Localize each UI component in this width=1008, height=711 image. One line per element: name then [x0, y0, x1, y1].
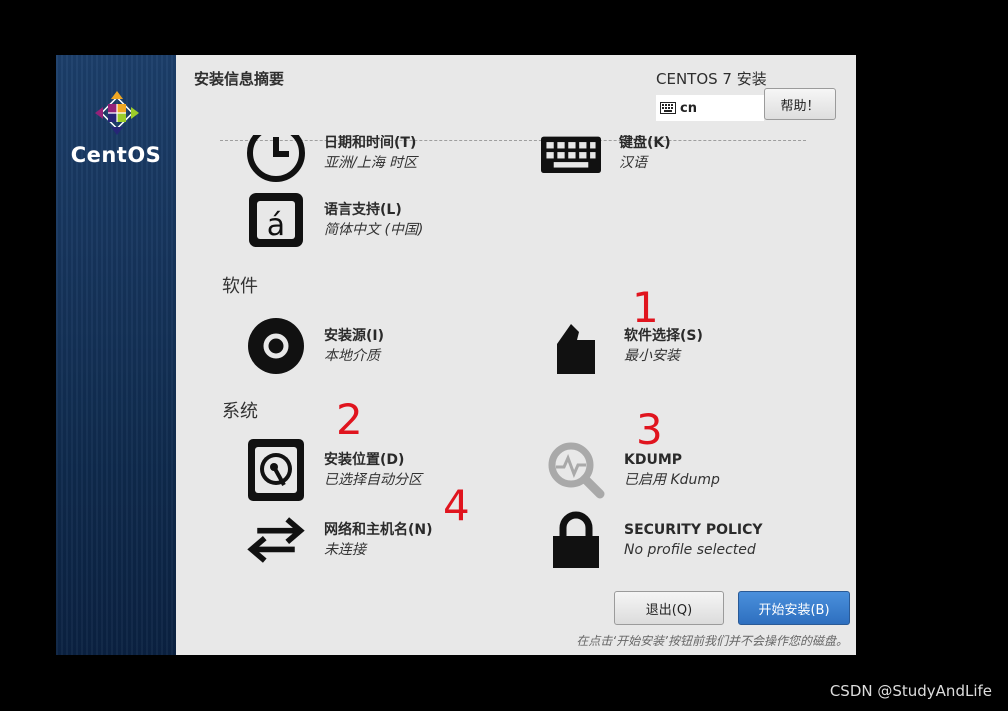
spoke-destination[interactable]: 安装位置(D) 已选择自动分区: [246, 439, 422, 501]
spokes-area[interactable]: 日期和时间(T) 亚洲/上海 时区 键盘(K) 汉语 á 语言支持(L) 简体中…: [176, 135, 856, 580]
language-icon: á: [246, 190, 306, 250]
annotation-3: 3: [636, 405, 663, 454]
product-title: CENTOS 7 安装: [656, 70, 767, 88]
spoke-datetime[interactable]: 日期和时间(T) 亚洲/上海 时区: [246, 135, 417, 183]
section-software-label: 软件: [222, 276, 258, 297]
keyboard-spoke-icon: [541, 135, 601, 183]
spoke-kdump[interactable]: KDUMP 已启用 Kdump: [546, 440, 720, 500]
clock-icon: [246, 135, 306, 183]
spoke-security[interactable]: SECURITY POLICY No profile selected: [546, 510, 763, 570]
keyboard-icon: [660, 102, 676, 114]
spoke-destination-status: 已选择自动分区: [324, 472, 422, 488]
svg-text:á: á: [267, 208, 285, 243]
spoke-network-status: 未连接: [324, 542, 366, 558]
spoke-destination-title: 安装位置(D): [324, 452, 405, 468]
spoke-keyboard-status: 汉语: [619, 155, 647, 171]
spoke-software-status: 最小安装: [624, 348, 680, 364]
package-icon: [546, 316, 606, 376]
begin-installation-button[interactable]: 开始安装(B): [738, 591, 850, 625]
magnifier-icon: [546, 440, 606, 500]
spoke-datetime-status: 亚洲/上海 时区: [324, 155, 418, 171]
annotation-4: 4: [443, 481, 470, 530]
spoke-language-title: 语言支持(L): [324, 202, 402, 218]
spoke-security-title: SECURITY POLICY: [624, 522, 763, 538]
spoke-keyboard-title: 键盘(K): [619, 135, 671, 151]
centos-logo-text: CentOS: [70, 143, 162, 167]
keyboard-indicator[interactable]: cn: [656, 95, 764, 121]
installer-window: CentOS 安装信息摘要 CENTOS 7 安装 cn 帮助！ 日期和时间(T…: [56, 55, 856, 655]
harddisk-icon: [246, 439, 306, 501]
spoke-network[interactable]: 网络和主机名(N) 未连接: [246, 510, 433, 570]
quit-button[interactable]: 退出(Q): [614, 591, 724, 625]
spoke-kdump-status: 已启用 Kdump: [624, 472, 720, 488]
spoke-security-status: No profile selected: [624, 542, 756, 558]
disc-icon: [246, 316, 306, 376]
help-button[interactable]: 帮助！: [764, 88, 836, 120]
keyboard-layout-label: cn: [680, 100, 697, 116]
spoke-source-title: 安装源(I): [324, 328, 385, 344]
spoke-source[interactable]: 安装源(I) 本地介质: [246, 316, 384, 376]
centos-logo-icon: [95, 91, 139, 135]
sidebar: CentOS: [56, 55, 176, 655]
network-arrows-icon: [246, 510, 306, 570]
spoke-network-title: 网络和主机名(N): [324, 522, 433, 538]
page-title: 安装信息摘要: [194, 70, 285, 88]
spoke-language[interactable]: á 语言支持(L) 简体中文 (中国): [246, 190, 423, 250]
spoke-keyboard[interactable]: 键盘(K) 汉语: [541, 135, 671, 183]
footer-note: 在点击‘开始安装’按钮前我们并不会操作您的磁盘。: [576, 634, 848, 648]
section-system-label: 系统: [222, 401, 258, 422]
watermark: CSDN @StudyAndLife: [829, 682, 992, 700]
lock-icon: [546, 510, 606, 570]
spoke-source-status: 本地介质: [324, 348, 380, 364]
spoke-software[interactable]: 软件选择(S) 最小安装: [546, 316, 703, 376]
annotation-2: 2: [336, 395, 363, 444]
spoke-language-status: 简体中文 (中国): [324, 222, 424, 238]
spoke-datetime-title: 日期和时间(T): [324, 135, 417, 151]
annotation-1: 1: [632, 283, 659, 332]
